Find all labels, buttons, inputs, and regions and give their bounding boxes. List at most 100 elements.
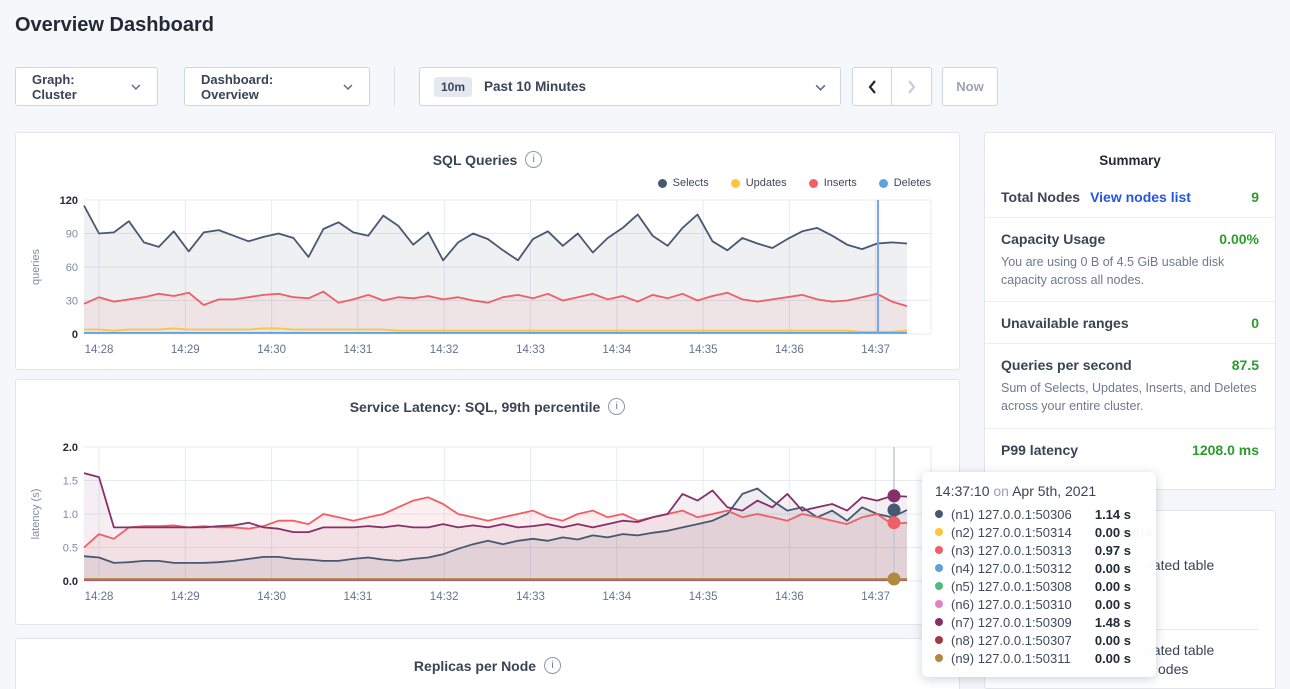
- svg-text:1.0: 1.0: [63, 509, 78, 521]
- series-color-dot: [935, 510, 943, 518]
- dashboard-dropdown-label: Dashboard: Overview: [201, 72, 333, 102]
- charts-column: SQL Queries i Selects Updates Inserts De…: [15, 132, 960, 689]
- svg-text:14:37: 14:37: [861, 591, 890, 603]
- svg-text:latency (s): latency (s): [30, 489, 42, 540]
- tooltip-node-row: (n1) 127.0.0.1:503061.14 s: [935, 505, 1143, 523]
- info-icon[interactable]: i: [544, 657, 561, 674]
- queries-per-second-label: Queries per second: [1001, 357, 1132, 373]
- time-range-label: Past 10 Minutes: [484, 79, 586, 94]
- tooltip-node-row: (n2) 127.0.0.1:503140.00 s: [935, 523, 1143, 541]
- chevron-left-icon: [867, 79, 877, 95]
- graph-dropdown-label: Graph: Cluster: [32, 72, 121, 102]
- chevron-down-icon: [131, 84, 141, 90]
- view-nodes-list-link[interactable]: View nodes list: [1090, 189, 1191, 205]
- time-prev-button[interactable]: [852, 67, 892, 106]
- graph-dropdown[interactable]: Graph: Cluster: [15, 67, 158, 106]
- svg-text:14:33: 14:33: [516, 591, 545, 603]
- svg-text:14:29: 14:29: [171, 344, 200, 356]
- svg-text:14:33: 14:33: [516, 344, 545, 356]
- legend-item-deletes: Deletes: [879, 177, 931, 189]
- series-color-dot: [809, 179, 818, 188]
- svg-text:14:34: 14:34: [602, 344, 631, 356]
- series-color-dot: [935, 654, 943, 662]
- svg-text:queries: queries: [30, 248, 42, 285]
- svg-text:14:29: 14:29: [171, 591, 200, 603]
- summary-panel: Summary Total Nodes View nodes list 9 Ca…: [984, 132, 1276, 490]
- p99-latency-label: P99 latency: [1001, 442, 1078, 458]
- tooltip-node-row: (n6) 127.0.0.1:503100.00 s: [935, 595, 1143, 613]
- info-icon[interactable]: i: [608, 398, 625, 415]
- svg-text:14:30: 14:30: [257, 344, 286, 356]
- replicas-per-node-panel: Replicas per Node i: [15, 638, 960, 689]
- series-color-dot: [658, 179, 667, 188]
- total-nodes-label: Total Nodes: [1001, 189, 1080, 205]
- page-title: Overview Dashboard: [15, 14, 214, 37]
- info-icon[interactable]: i: [525, 151, 542, 168]
- svg-text:2.0: 2.0: [63, 442, 78, 454]
- service-latency-chart[interactable]: 0.00.51.01.52.014:2814:2914:3014:3114:32…: [16, 440, 961, 608]
- total-nodes-value: 9: [1251, 189, 1259, 205]
- series-color-dot: [935, 582, 943, 590]
- summary-row-capacity-usage: Capacity Usage 0.00% You are using 0 B o…: [985, 218, 1275, 302]
- tooltip-timestamp: 14:37:10 on Apr 5th, 2021: [935, 483, 1143, 499]
- sql-queries-title: SQL Queries i: [16, 151, 959, 168]
- capacity-usage-label: Capacity Usage: [1001, 231, 1105, 247]
- tooltip-node-row: (n4) 127.0.0.1:503120.00 s: [935, 559, 1143, 577]
- sql-queries-panel: SQL Queries i Selects Updates Inserts De…: [15, 132, 960, 370]
- summary-row-queries-per-second: Queries per second 87.5 Sum of Selects, …: [985, 344, 1275, 428]
- svg-text:1.5: 1.5: [63, 476, 78, 488]
- svg-text:60: 60: [66, 262, 78, 274]
- svg-text:14:30: 14:30: [257, 591, 286, 603]
- legend-item-inserts: Inserts: [809, 177, 857, 189]
- time-nav-group: [852, 67, 932, 106]
- series-color-dot: [935, 600, 943, 608]
- capacity-usage-value: 0.00%: [1219, 231, 1259, 247]
- series-color-dot: [731, 179, 740, 188]
- series-color-dot: [935, 618, 943, 626]
- legend-item-selects: Selects: [658, 177, 709, 189]
- queries-per-second-description: Sum of Selects, Updates, Inserts, and De…: [1001, 379, 1259, 415]
- summary-row-unavailable-ranges: Unavailable ranges 0: [985, 302, 1275, 344]
- svg-text:0.5: 0.5: [63, 543, 78, 555]
- queries-per-second-value: 87.5: [1232, 357, 1259, 373]
- series-color-dot: [879, 179, 888, 188]
- tooltip-node-row: (n7) 127.0.0.1:503091.48 s: [935, 613, 1143, 631]
- svg-text:14:34: 14:34: [602, 591, 631, 603]
- chevron-right-icon: [907, 79, 917, 95]
- event-item-detail[interactable]: odes: [1158, 661, 1188, 677]
- svg-text:14:35: 14:35: [689, 591, 718, 603]
- legend-item-updates: Updates: [731, 177, 787, 189]
- time-range-selector[interactable]: 10m Past 10 Minutes: [419, 67, 841, 106]
- chevron-down-icon: [343, 84, 353, 90]
- capacity-usage-description: You are using 0 B of 4.5 GiB usable disk…: [1001, 253, 1259, 289]
- sql-queries-chart[interactable]: 030609012014:2814:2914:3014:3114:3214:33…: [16, 193, 961, 363]
- series-color-dot: [935, 636, 943, 644]
- svg-text:14:37: 14:37: [861, 344, 890, 356]
- tooltip-node-row: (n3) 127.0.0.1:503130.97 s: [935, 541, 1143, 559]
- svg-text:90: 90: [66, 229, 78, 241]
- controls-divider: [394, 67, 395, 106]
- service-latency-title: Service Latency: SQL, 99th percentile i: [16, 398, 959, 415]
- time-next-button[interactable]: [892, 67, 932, 106]
- summary-title: Summary: [985, 133, 1275, 168]
- svg-text:120: 120: [60, 195, 78, 207]
- svg-text:14:31: 14:31: [344, 591, 373, 603]
- svg-text:14:28: 14:28: [85, 344, 114, 356]
- unavailable-ranges-label: Unavailable ranges: [1001, 315, 1129, 331]
- svg-text:0: 0: [72, 329, 78, 341]
- dashboard-dropdown[interactable]: Dashboard: Overview: [184, 67, 370, 106]
- sql-queries-legend: Selects Updates Inserts Deletes: [658, 177, 931, 189]
- svg-text:14:32: 14:32: [430, 344, 459, 356]
- tooltip-node-row: (n9) 127.0.0.1:503110.00 s: [935, 649, 1143, 667]
- svg-text:14:31: 14:31: [344, 344, 373, 356]
- svg-text:14:35: 14:35: [689, 344, 718, 356]
- now-button[interactable]: Now: [942, 67, 998, 106]
- series-color-dot: [935, 564, 943, 572]
- svg-text:14:28: 14:28: [85, 591, 114, 603]
- svg-text:14:36: 14:36: [775, 591, 804, 603]
- summary-row-p99-latency: P99 latency 1208.0 ms: [985, 429, 1275, 470]
- time-range-badge: 10m: [434, 77, 472, 97]
- summary-row-total-nodes: Total Nodes View nodes list 9: [985, 176, 1275, 218]
- svg-text:14:32: 14:32: [430, 591, 459, 603]
- tooltip-node-row: (n8) 127.0.0.1:503070.00 s: [935, 631, 1143, 649]
